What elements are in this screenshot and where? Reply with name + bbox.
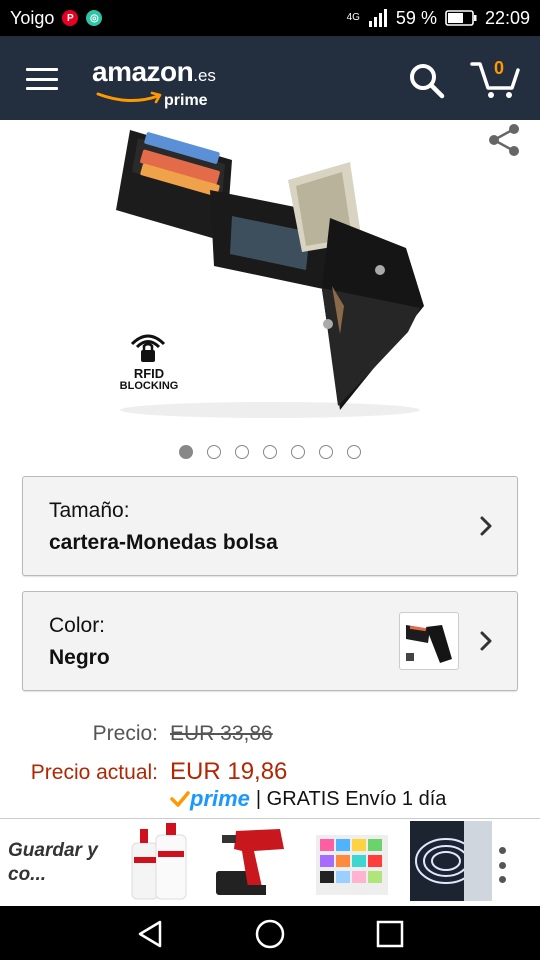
size-selector[interactable]: Tamaño: cartera-Monedas bolsa: [22, 476, 518, 576]
carousel-dot[interactable]: [235, 445, 249, 459]
carousel-dot[interactable]: [319, 445, 333, 459]
app-header: amazon.es prime 0: [0, 36, 540, 120]
search-icon[interactable]: [406, 60, 446, 100]
ad-text: Guardar y co...: [8, 840, 98, 885]
carousel-dot[interactable]: [179, 445, 193, 459]
recents-icon[interactable]: [374, 918, 406, 950]
cart-button[interactable]: 0: [470, 56, 522, 100]
ad-product-drill-image[interactable]: [214, 823, 292, 903]
status-bar: Yoigo P ◎ 4G 59 % 22:09: [0, 0, 540, 36]
logo-tld: .es: [193, 66, 216, 85]
current-price-label: Precio actual:: [30, 761, 158, 784]
prime-shipping: prime | GRATIS Envío 1 día: [170, 786, 446, 812]
screen: Yoigo P ◎ 4G 59 % 22:09 amazon.es prime …: [0, 0, 540, 960]
product-image-carousel[interactable]: RFID BLOCKING: [0, 120, 540, 440]
chevron-right-icon: [480, 516, 492, 536]
current-price-value: EUR 19,86: [170, 758, 288, 785]
menu-button[interactable]: [26, 68, 58, 90]
shipping-text: | GRATIS Envío 1 día: [255, 787, 447, 810]
color-selector[interactable]: Color: Negro: [22, 591, 518, 691]
app-notification-icon: ◎: [86, 10, 103, 26]
ad-banner[interactable]: Guardar y co...: [0, 818, 540, 906]
logo-prime: prime: [164, 92, 208, 109]
product-image: [116, 130, 424, 418]
carrier-name: Yoigo: [10, 7, 55, 28]
ad-product-beads-image[interactable]: [312, 831, 392, 901]
carousel-dot[interactable]: [291, 445, 305, 459]
amazon-logo[interactable]: amazon.es prime: [92, 56, 216, 109]
ad-product-cream-image[interactable]: [126, 823, 192, 903]
rfid-badge: RFID BLOCKING: [118, 366, 180, 392]
rfid-badge-line1: RFID: [133, 366, 165, 381]
carousel-dot[interactable]: [207, 445, 221, 459]
system-nav-bar: [0, 906, 540, 960]
prime-check-icon: [170, 791, 190, 807]
color-swatch-thumbnail: [399, 612, 459, 670]
more-options-icon[interactable]: [492, 847, 512, 883]
back-icon[interactable]: [134, 918, 166, 950]
rfid-badge-line2: BLOCKING: [119, 380, 179, 392]
battery-percent: 59 %: [395, 7, 437, 28]
amazon-smile-icon: [96, 91, 162, 104]
size-label: Tamaño:: [49, 499, 130, 522]
color-value: Negro: [49, 646, 110, 669]
pinterest-icon: P: [62, 10, 79, 26]
chevron-right-icon: [480, 631, 492, 651]
rfid-lock-icon: [130, 334, 166, 362]
color-label: Color:: [49, 614, 106, 637]
size-value: cartera-Monedas bolsa: [49, 531, 278, 554]
logo-main: amazon: [92, 56, 194, 87]
carousel-dot[interactable]: [347, 445, 361, 459]
clock: 22:09: [484, 7, 530, 28]
network-type: 4G: [346, 12, 360, 23]
cart-count: 0: [494, 58, 505, 78]
list-price-label: Precio:: [92, 722, 158, 745]
home-icon[interactable]: [254, 918, 286, 950]
prime-badge: prime: [190, 786, 250, 811]
ad-product-lights-image[interactable]: [410, 821, 492, 901]
share-icon[interactable]: [486, 122, 522, 158]
list-price-value: EUR 33,86: [170, 722, 273, 745]
battery-icon: [445, 10, 477, 26]
signal-icon: [368, 9, 387, 27]
carousel-dot[interactable]: [263, 445, 277, 459]
carousel-indicator: [0, 445, 540, 461]
